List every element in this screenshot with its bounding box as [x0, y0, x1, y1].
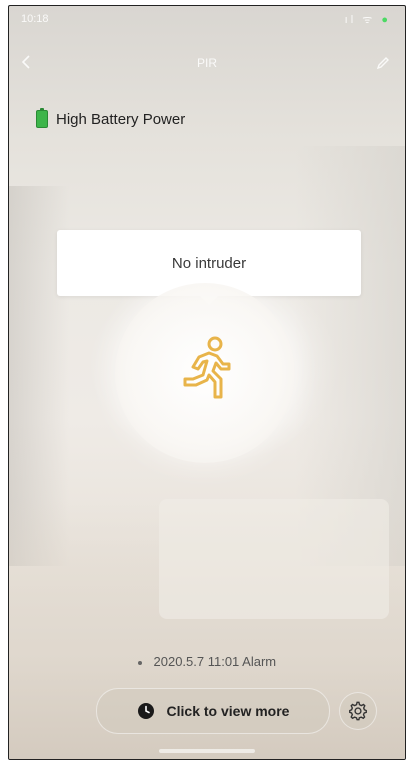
- bullet-dot: [137, 660, 142, 665]
- detection-status-text: No intruder: [171, 254, 247, 272]
- view-more-label: Click to view more: [166, 703, 290, 719]
- alarm-log-entry: 2020.5.7 11:01 Alarm: [9, 654, 405, 669]
- running-person-icon: [183, 336, 231, 399]
- page-title: PIR: [196, 56, 217, 70]
- status-icons: ıl ᯤ ●: [345, 12, 391, 27]
- alarm-entry-text: 2020.5.7 11:01 Alarm: [153, 654, 277, 669]
- pencil-icon[interactable]: [375, 55, 391, 71]
- battery-icon: [36, 108, 48, 128]
- gear-icon: [349, 701, 367, 721]
- background-blur: [159, 499, 389, 619]
- app-screen: 10:18 ıl ᯤ ● PIR High Battery Power No i…: [8, 5, 406, 760]
- settings-button[interactable]: [339, 692, 377, 730]
- signal-wifi-icon: ıl ᯤ: [344, 14, 376, 26]
- home-indicator: [159, 749, 255, 753]
- battery-label: High Battery Power: [56, 110, 186, 128]
- status-bar: 10:18 ıl ᯤ ●: [9, 6, 405, 32]
- status-time: 10:18: [21, 13, 49, 25]
- clock-icon: [137, 703, 154, 719]
- view-more-button[interactable]: Click to view more: [96, 688, 330, 734]
- motion-sensor-indicator: [115, 283, 295, 463]
- nav-bar: PIR: [9, 46, 405, 80]
- status-battery-icon: ●: [381, 14, 391, 26]
- battery-status: High Battery Power: [36, 108, 185, 130]
